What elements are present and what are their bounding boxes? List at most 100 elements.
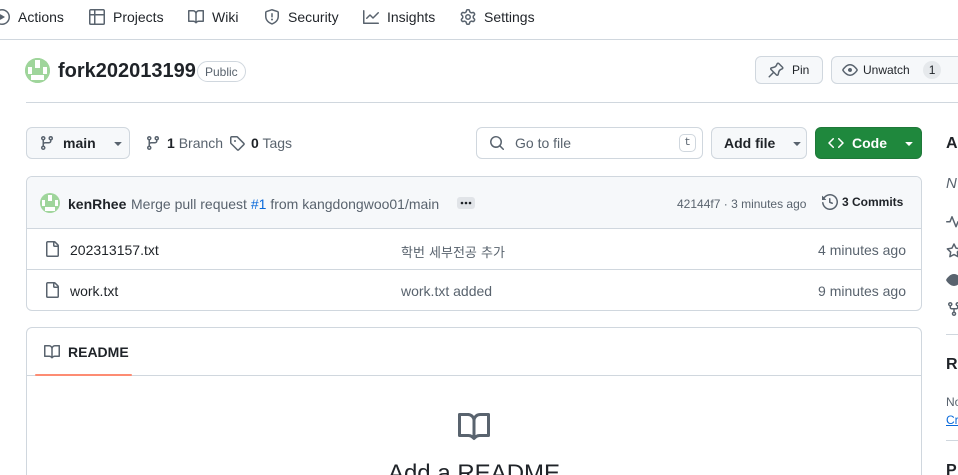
commits-link[interactable]: 3 Commits [822,194,903,210]
history-icon [822,194,838,210]
add-file-button[interactable]: Add file [711,127,807,159]
shield-icon [264,8,280,25]
pr-link[interactable]: #1 [251,196,267,212]
eye-icon[interactable] [946,272,958,288]
triangle-down-icon [954,62,958,78]
active-tab-underline [35,374,132,376]
create-release-link[interactable]: Cr [946,413,958,427]
unwatch-button[interactable]: Unwatch 1 [831,56,958,84]
file-row[interactable]: 202313157.txt 학번 세부전공 추가 4 minutes ago [27,229,921,270]
triangle-down-icon [901,135,917,151]
code-icon [828,135,844,151]
book-icon [188,9,204,25]
owner-avatar[interactable] [25,58,50,83]
branch-selector[interactable]: main [26,127,130,159]
code-button[interactable]: Code [815,127,922,159]
packages-heading[interactable]: P [946,462,957,475]
watch-counter: 1 [922,61,942,79]
eye-icon [842,62,858,78]
tag-icon [229,135,245,151]
commits-count-label: 3 Commits [842,195,904,209]
nav-settings-label: Settings [484,8,535,25]
repo-nav: Actions Projects Wiki Security Insights … [0,0,958,40]
ellipsis-button[interactable] [457,197,475,209]
code-label: Code [852,135,887,151]
nav-projects[interactable]: Projects [89,0,164,33]
file-commit-message[interactable]: work.txt added [401,283,492,299]
commit-message[interactable]: Merge pull request #1 from kangdongwoo01… [131,196,439,212]
commit-sha[interactable]: 42144f7 [677,197,720,211]
gear-icon [460,8,476,25]
kebab-horizontal-icon [460,201,472,205]
activity-icon[interactable] [946,214,958,230]
nav-security-label: Security [288,8,339,25]
readme-panel: README Add a README [26,327,922,475]
file-time: 9 minutes ago [818,283,906,299]
commit-time: · 3 minutes ago [723,197,807,211]
nav-wiki[interactable]: Wiki [188,0,238,33]
about-heading: A [946,135,958,152]
file-commit-message[interactable]: 학번 세부전공 추가 [401,242,505,261]
readme-tab-label: README [68,344,129,360]
triangle-down-icon [789,135,805,151]
triangle-down-icon [110,135,126,151]
tag-word: Tags [262,135,293,151]
about-description: N [946,175,957,192]
go-to-file-search[interactable]: t [476,127,703,159]
star-icon[interactable] [946,243,958,259]
shortcut-key: t [679,134,696,152]
book-icon [458,411,490,443]
commit-message-suffix: from kangdongwoo01/main [270,196,440,212]
search-input[interactable] [515,135,665,151]
tag-count: 0 [251,135,259,151]
book-icon [44,344,60,360]
header-divider [26,102,958,103]
table-icon [89,8,105,25]
nav-security[interactable]: Security [264,0,339,33]
nav-actions-label: Actions [18,8,64,25]
branch-word: Branch [178,135,224,151]
nav-projects-label: Projects [113,8,164,25]
branch-name: main [63,135,96,151]
play-icon [0,8,10,25]
branches-link[interactable]: 1 Branch [145,135,223,151]
nav-wiki-label: Wiki [212,8,239,25]
add-file-label: Add file [724,135,776,151]
pin-button[interactable]: Pin [755,56,823,84]
sidebar-divider [946,440,958,441]
unwatch-label: Unwatch [863,63,910,77]
nav-insights-label: Insights [387,8,436,25]
file-time: 4 minutes ago [818,242,906,258]
file-browser: kenRhee Merge pull request #1 from kangd… [26,176,922,311]
nav-insights[interactable]: Insights [363,0,435,33]
graph-icon [363,9,379,25]
commit-message-prefix: Merge pull request [131,196,247,212]
search-icon [489,135,505,151]
file-name[interactable]: 202313157.txt [70,242,159,258]
file-name[interactable]: work.txt [70,283,118,299]
author-avatar[interactable] [40,193,60,213]
pin-icon [768,62,784,78]
latest-commit-bar: kenRhee Merge pull request #1 from kangd… [27,177,921,229]
commit-author[interactable]: kenRhee [68,196,126,212]
readme-heading: Add a README [387,460,561,475]
git-branch-icon [39,135,55,151]
repo-title[interactable]: fork202013199 [58,60,196,83]
releases-heading[interactable]: R [946,356,958,374]
nav-actions[interactable]: Actions [0,0,64,33]
no-releases-text: No [946,395,958,409]
nav-settings[interactable]: Settings [460,0,535,33]
branch-count: 1 [167,135,175,151]
tags-link[interactable]: 0 Tags [229,135,292,151]
file-row[interactable]: work.txt work.txt added 9 minutes ago [27,270,921,310]
sidebar-divider [946,334,958,335]
tab-readme[interactable]: README [35,328,132,376]
file-icon [44,282,60,298]
commit-meta: 42144f7 · 3 minutes ago [677,197,806,211]
repo-forked-icon[interactable] [946,301,958,317]
visibility-badge: Public [197,61,246,82]
readme-tabbar [27,328,921,376]
file-icon [44,241,60,257]
pin-label: Pin [792,63,810,77]
git-branch-icon [145,135,161,151]
